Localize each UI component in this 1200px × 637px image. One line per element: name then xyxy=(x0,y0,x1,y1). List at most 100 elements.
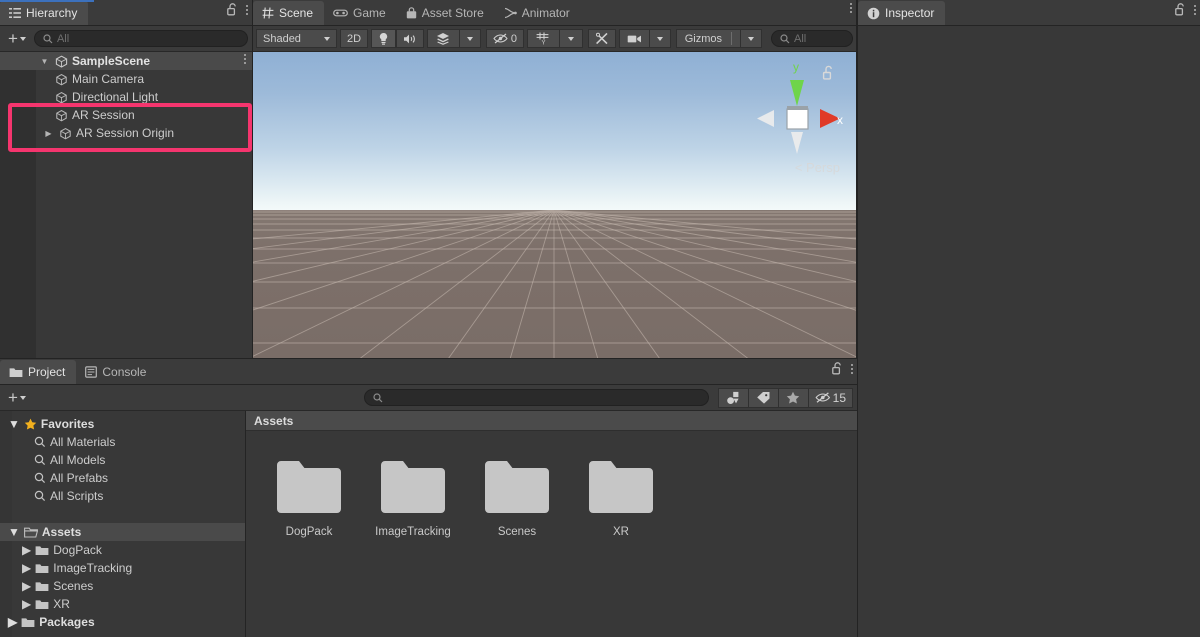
project-tree-item-scenes[interactable]: ▶ Scenes xyxy=(0,577,245,595)
hierarchy-search-input[interactable]: All xyxy=(33,30,248,47)
search-icon xyxy=(780,33,790,44)
light-bulb-icon xyxy=(378,32,389,45)
scene-icon xyxy=(55,55,68,68)
breadcrumb[interactable]: Assets xyxy=(246,411,857,431)
search-icon xyxy=(34,436,46,448)
tab-scene[interactable]: Scene xyxy=(253,1,325,25)
kebab-menu-icon[interactable] xyxy=(1194,4,1196,15)
toggle-audio-button[interactable] xyxy=(395,29,424,48)
hierarchy-tree: ▼ SampleScene Main Camera Directional Li… xyxy=(0,52,252,358)
scene-tools-button[interactable] xyxy=(587,29,616,48)
hidden-objects-button[interactable]: 0 xyxy=(485,29,524,48)
tab-animator[interactable]: Animator xyxy=(495,1,581,25)
scene-camera-group xyxy=(618,29,671,48)
project-tree-item-assets[interactable]: ▼ Assets xyxy=(0,523,245,541)
label-tag-filter-icon[interactable] xyxy=(747,387,778,408)
tab-hierarchy[interactable]: Hierarchy xyxy=(0,1,89,25)
chevron-right-icon[interactable]: ▶ xyxy=(8,615,17,629)
hierarchy-item-directional-light[interactable]: Directional Light xyxy=(0,88,252,106)
asset-type-filter-icon[interactable] xyxy=(717,387,748,408)
chevron-down-icon xyxy=(466,36,473,41)
project-tree-label: Favorites xyxy=(40,417,95,431)
scene-orientation-gizmo[interactable]: y x xyxy=(752,58,844,176)
folder-open-icon xyxy=(23,527,38,538)
tab-asset-store[interactable]: Asset Store xyxy=(397,1,495,25)
hierarchy-item-ar-session[interactable]: AR Session xyxy=(0,106,252,124)
favorite-star-icon[interactable] xyxy=(777,387,808,408)
project-tree-item-all-materials[interactable]: All Materials xyxy=(0,433,245,451)
project-tree-item-xr[interactable]: ▶ XR xyxy=(0,595,245,613)
hidden-packages-icon[interactable]: 15 xyxy=(807,387,853,408)
scene-search-input[interactable]: All xyxy=(771,30,853,47)
unlock-icon[interactable] xyxy=(227,3,238,16)
project-tree-label: All Prefabs xyxy=(50,471,109,485)
hierarchy-item-ar-session-origin[interactable]: ▶ AR Session Origin xyxy=(0,124,252,142)
project-search-input[interactable] xyxy=(363,389,709,406)
project-tree-item-all-scripts[interactable]: All Scripts xyxy=(0,487,245,505)
kebab-menu-icon[interactable] xyxy=(246,4,248,15)
chevron-right-icon[interactable]: ▶ xyxy=(22,561,31,575)
scene-camera-button[interactable] xyxy=(618,29,649,48)
asset-item-imagetracking[interactable]: ImageTracking xyxy=(372,459,454,538)
search-icon xyxy=(34,454,46,466)
asset-item-scenes[interactable]: Scenes xyxy=(476,459,558,538)
create-asset-button[interactable]: + xyxy=(4,389,30,406)
kebab-menu-icon[interactable] xyxy=(244,54,246,64)
unlock-icon[interactable] xyxy=(1175,3,1186,16)
kebab-menu-icon[interactable] xyxy=(850,3,852,13)
scene-effects-button[interactable] xyxy=(426,29,459,48)
chevron-down-icon[interactable]: ▼ xyxy=(8,417,20,431)
grid-snap-dropdown[interactable] xyxy=(558,29,583,48)
create-gameobject-button[interactable]: + xyxy=(4,30,30,47)
gizmos-dropdown[interactable] xyxy=(740,29,762,48)
chevron-right-icon[interactable]: ▶ xyxy=(22,597,31,611)
projection-mode-label[interactable]: < Persp xyxy=(795,160,840,175)
project-tree-label: All Materials xyxy=(50,435,116,449)
chevron-down-icon[interactable]: ▼ xyxy=(38,57,51,66)
project-tree-item-all-prefabs[interactable]: All Prefabs xyxy=(0,469,245,487)
hidden-count-label: 0 xyxy=(510,32,517,45)
chevron-right-icon[interactable]: ▶ xyxy=(22,543,31,557)
two-d-label: 2D xyxy=(346,32,362,45)
scene-effects-dropdown[interactable] xyxy=(458,29,481,48)
folder-icon xyxy=(35,545,49,556)
folder-icon xyxy=(275,459,343,515)
svg-text:y: y xyxy=(793,60,799,74)
chevron-down-icon xyxy=(19,36,26,41)
scene-grid-group: Y xyxy=(526,29,583,48)
scene-viewport[interactable]: y x < Persp xyxy=(253,52,856,358)
project-tree-item-all-models[interactable]: All Models xyxy=(0,451,245,469)
shading-mode-dropdown[interactable]: Shaded xyxy=(256,29,338,48)
favorite-star-icon xyxy=(24,418,37,430)
tab-label: Animator xyxy=(521,6,570,20)
shading-mode-label: Shaded xyxy=(263,32,301,45)
tab-project[interactable]: Project xyxy=(0,360,77,384)
gizmos-button[interactable]: Gizmos xyxy=(675,29,740,48)
project-tree-item-dogpack[interactable]: ▶ DogPack xyxy=(0,541,245,559)
project-panel: Project Console + 15 ▼ Favorites All Mat… xyxy=(0,359,857,637)
scene-view-panel: Scene Game Asset Store Animator Shaded 2… xyxy=(253,0,856,358)
project-tree-item-favorites[interactable]: ▼ Favorites xyxy=(0,415,245,433)
project-tree-label: All Models xyxy=(50,453,106,467)
hidden-packages-count: 15 xyxy=(832,390,846,405)
tab-console[interactable]: Console xyxy=(76,360,157,384)
chevron-right-icon[interactable]: ▶ xyxy=(42,129,55,138)
project-tree-item-imagetracking[interactable]: ▶ ImageTracking xyxy=(0,559,245,577)
kebab-menu-icon[interactable] xyxy=(851,363,853,374)
hierarchy-item-main-camera[interactable]: Main Camera xyxy=(0,70,252,88)
scene-camera-dropdown[interactable] xyxy=(648,29,671,48)
grid-snap-button[interactable]: Y xyxy=(526,29,559,48)
project-tree-item-packages[interactable]: ▶ Packages xyxy=(0,613,245,631)
unlock-icon[interactable] xyxy=(832,362,843,375)
project-tab-actions xyxy=(832,362,853,375)
chevron-down-icon xyxy=(567,36,574,41)
chevron-right-icon[interactable]: ▶ xyxy=(22,579,31,593)
tab-game[interactable]: Game xyxy=(324,1,397,25)
tab-inspector[interactable]: Inspector xyxy=(858,1,946,25)
asset-item-dogpack[interactable]: DogPack xyxy=(268,459,350,538)
asset-item-xr[interactable]: XR xyxy=(580,459,662,538)
toggle-lighting-button[interactable] xyxy=(370,29,396,48)
chevron-down-icon[interactable]: ▼ xyxy=(8,525,20,539)
toggle-2d-button[interactable]: 2D xyxy=(339,29,369,48)
hierarchy-item-samplescene[interactable]: ▼ SampleScene xyxy=(0,52,252,70)
